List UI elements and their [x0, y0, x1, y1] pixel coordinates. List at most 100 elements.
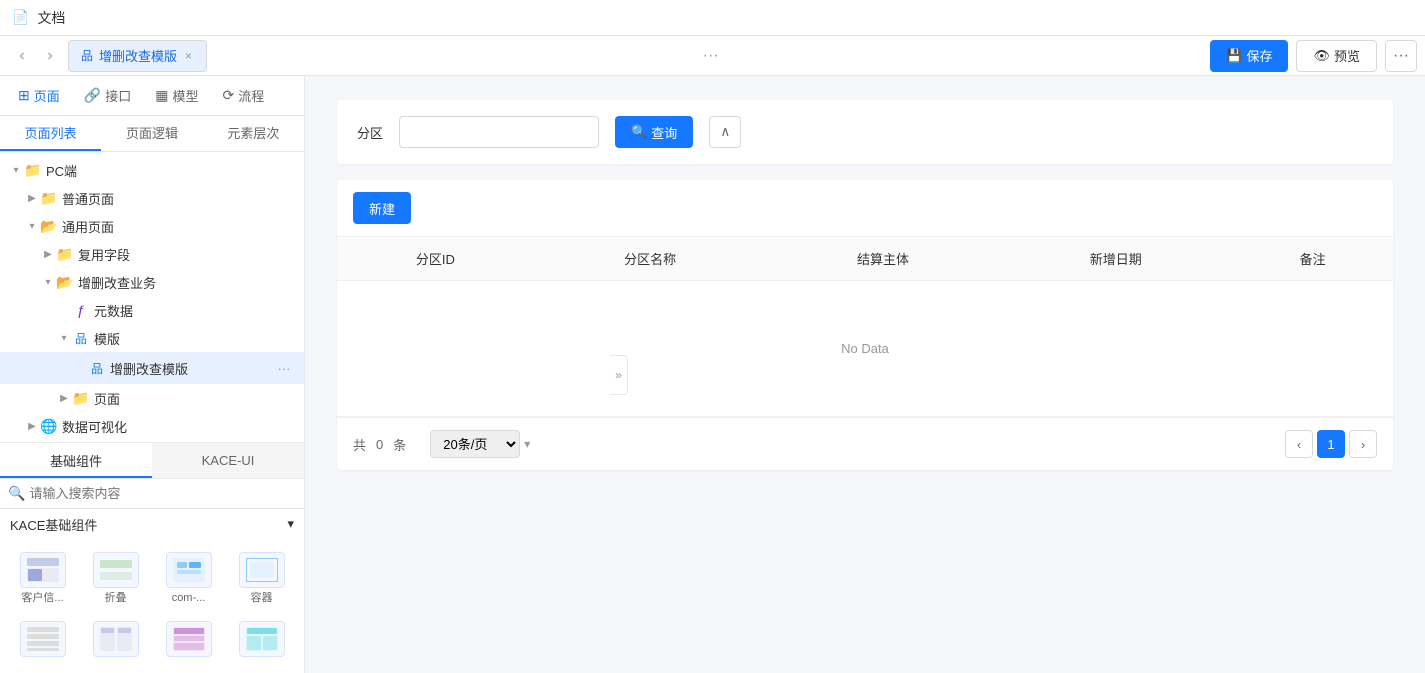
save-label: 保存 — [1246, 46, 1272, 65]
page-total-suffix: 条 — [393, 435, 406, 454]
tree-label-metadata: 元数据 — [94, 301, 296, 320]
tree-label-page-folder: 页面 — [94, 389, 296, 408]
comp-icon-8 — [239, 621, 285, 657]
subtab-page-list[interactable]: 页面列表 — [0, 116, 101, 151]
subtab-page-logic[interactable]: 页面逻辑 — [101, 116, 202, 151]
tree-more-crud[interactable]: ··· — [272, 356, 296, 380]
active-tab[interactable]: 品 增删改查模版 × — [68, 40, 207, 72]
comp-icon-5 — [20, 621, 66, 657]
comp-item-6[interactable] — [83, 617, 148, 665]
comp-tab-basic[interactable]: 基础组件 — [0, 443, 152, 478]
comp-section-collapse-icon: ▾ — [287, 516, 294, 532]
tree-label-dataviz: 数据可视化 — [62, 417, 296, 436]
tab-nav-next[interactable]: › — [36, 42, 64, 70]
comp-icon-container — [239, 552, 285, 588]
sidebar-nav-flow[interactable]: ⟳ 流程 — [212, 80, 274, 112]
comp-item-collapse[interactable]: 折叠 — [83, 548, 148, 609]
tree-arrow-crud-biz: ▾ — [40, 274, 56, 290]
page-nav-label: 页面 — [34, 86, 60, 105]
crud-biz-icon: 📂 — [56, 273, 74, 291]
comp-icon-customer — [20, 552, 66, 588]
comp-icon-6 — [93, 621, 139, 657]
query-button[interactable]: 🔍 查询 — [615, 116, 693, 148]
tree-label-common: 通用页面 — [62, 217, 296, 236]
common-page-icon: 📂 — [40, 217, 58, 235]
page-folder-icon: 📁 — [72, 389, 90, 407]
page-size-select[interactable]: 20条/页 10条/页 50条/页 100条/页 — [430, 430, 520, 458]
page-size-chevron-icon: ▾ — [524, 437, 530, 451]
page-prev-button[interactable]: ‹ — [1285, 430, 1313, 458]
tree-item-pc[interactable]: ▾ 📁 PC端 — [0, 156, 304, 184]
page-current-button[interactable]: 1 — [1317, 430, 1345, 458]
tree-label-pc: PC端 — [46, 161, 296, 180]
reuse-field-icon: 📁 — [56, 245, 74, 263]
col-header-settlement: 结算主体 — [767, 237, 1000, 281]
crud-template-icon: 品 — [88, 359, 106, 377]
tree-label-normal: 普通页面 — [62, 189, 296, 208]
tree-item-reuse-field[interactable]: ▶ 📁 复用字段 — [0, 240, 304, 268]
tree-arrow-common: ▾ — [24, 218, 40, 234]
tree-item-template-folder[interactable]: ▾ 品 模版 — [0, 324, 304, 352]
col-header-date: 新增日期 — [999, 237, 1232, 281]
tab-icon: 品 — [81, 47, 93, 64]
page-next-button[interactable]: › — [1349, 430, 1377, 458]
no-data-text: No Data — [337, 281, 1393, 417]
comp-tab-kace-ui[interactable]: KACE-UI — [152, 443, 304, 478]
tab-close-icon[interactable]: × — [183, 47, 194, 65]
tree-arrow-normal: ▶ — [24, 190, 40, 206]
no-data-row: No Data — [337, 281, 1393, 417]
save-icon: 💾 — [1226, 48, 1242, 64]
tab-nav-prev[interactable]: ‹ — [8, 42, 36, 70]
tree-item-crud-biz[interactable]: ▾ 📂 增删改查业务 — [0, 268, 304, 296]
preview-button[interactable]: 👁 预览 — [1296, 40, 1377, 72]
tree-item-metadata[interactable]: ▶ ƒ 元数据 — [0, 296, 304, 324]
search-label: 分区 — [357, 123, 383, 142]
sidebar-collapse-btn[interactable]: » — [610, 355, 628, 395]
comp-item-com[interactable]: com-... — [156, 548, 221, 609]
col-header-remark: 备注 — [1232, 237, 1393, 281]
subtab-element-layers[interactable]: 元素层次 — [203, 116, 304, 151]
tree-item-common-page[interactable]: ▾ 📂 通用页面 — [0, 212, 304, 240]
comp-section-header[interactable]: KACE基础组件 ▾ — [0, 509, 304, 540]
comp-search-input[interactable] — [29, 486, 296, 501]
api-nav-icon: 🔗 — [84, 87, 101, 104]
comp-search-icon: 🔍 — [8, 485, 25, 502]
comp-label-com: com-... — [172, 592, 206, 605]
new-button[interactable]: 新建 — [353, 192, 411, 224]
tab-more-btn[interactable]: ··· — [697, 42, 725, 70]
save-button[interactable]: 💾 保存 — [1210, 40, 1288, 72]
comp-item-7[interactable] — [156, 617, 221, 665]
pc-folder-icon: 📁 — [24, 161, 42, 179]
preview-label: 预览 — [1334, 46, 1360, 65]
page-nav-icon: ⊞ — [18, 87, 30, 104]
comp-label-collapse: 折叠 — [105, 592, 127, 605]
search-input[interactable] — [399, 116, 599, 148]
normal-page-icon: 📁 — [40, 189, 58, 207]
model-nav-label: 模型 — [172, 86, 198, 105]
tree-label-crud-biz: 增删改查业务 — [78, 273, 296, 292]
flow-nav-label: 流程 — [238, 86, 264, 105]
comp-item-5[interactable] — [10, 617, 75, 665]
tree-item-normal-page[interactable]: ▶ 📁 普通页面 — [0, 184, 304, 212]
sidebar-nav-page[interactable]: ⊞ 页面 — [8, 80, 70, 112]
more-options-button[interactable]: ··· — [1385, 40, 1417, 72]
comp-item-customer[interactable]: 客户信... — [10, 548, 75, 609]
tree-item-crud-template[interactable]: ▶ 品 增删改查模版 ··· — [0, 352, 304, 384]
query-label: 查询 — [651, 123, 677, 142]
dataviz-icon: 🌐 — [40, 417, 58, 435]
title-icon: 📄 — [12, 9, 29, 26]
comp-icon-collapse — [93, 552, 139, 588]
collapse-search-button[interactable]: ∧ — [709, 116, 741, 148]
sidebar-nav-api[interactable]: 🔗 接口 — [74, 80, 141, 112]
tree-item-page-folder[interactable]: ▶ 📁 页面 — [0, 384, 304, 412]
tree-item-dataviz[interactable]: ▶ 🌐 数据可视化 — [0, 412, 304, 440]
comp-item-8[interactable] — [229, 617, 294, 665]
model-nav-icon: ▦ — [155, 87, 168, 104]
comp-icon-7 — [166, 621, 212, 657]
metadata-icon: ƒ — [72, 301, 90, 319]
sidebar-nav-model[interactable]: ▦ 模型 — [145, 80, 208, 112]
preview-icon: 👁 — [1313, 48, 1330, 64]
comp-item-container[interactable]: 容器 — [229, 548, 294, 609]
tree-label-crud-template: 增删改查模版 — [110, 359, 272, 378]
tree-label-template-folder: 模版 — [94, 329, 296, 348]
